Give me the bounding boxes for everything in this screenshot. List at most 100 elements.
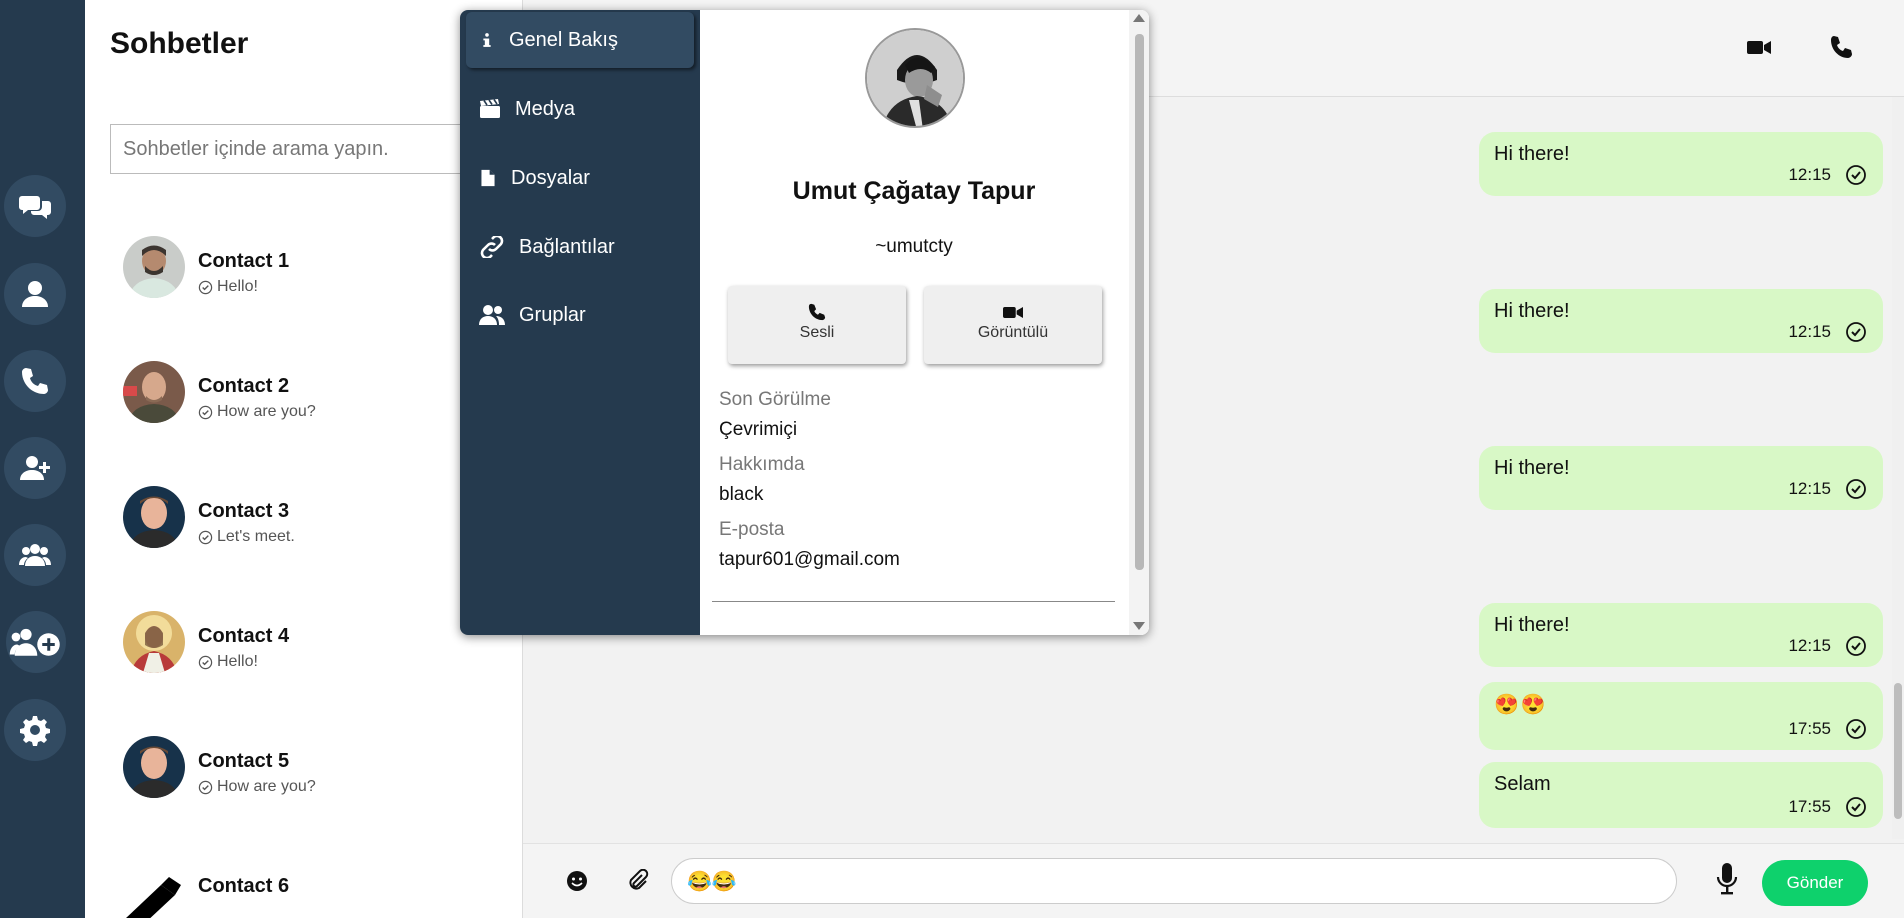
scrollbar-thumb[interactable] <box>1894 683 1902 819</box>
contact-item[interactable]: Contact 6 <box>123 861 513 918</box>
chat-search-box <box>110 124 494 174</box>
scroll-up-arrow[interactable] <box>1133 14 1145 22</box>
chat-search-input[interactable] <box>111 125 489 173</box>
video-call-label: Görüntülü <box>977 324 1049 341</box>
contact-info-overlay: Genel Bakış Medya Dosyalar Bağlantılar G… <box>460 10 1149 635</box>
divider <box>712 601 1115 602</box>
add-user-icon[interactable] <box>4 437 66 499</box>
message-bubble[interactable]: Hi there! 12:15 <box>1479 446 1883 510</box>
last-message-text: How are you? <box>217 403 316 420</box>
message-time: 12:15 <box>1788 636 1831 655</box>
message-bubble[interactable]: Hi there! 12:15 <box>1479 289 1883 353</box>
message-text: Selam <box>1494 773 1551 795</box>
check-icon <box>198 280 213 294</box>
contact-item[interactable]: Contact 3 Let's meet. <box>123 486 513 556</box>
last-message-text: How are you? <box>217 778 316 795</box>
last-seen-value: Çevrimiçi <box>719 419 798 440</box>
contact-last-message: How are you? <box>198 403 316 421</box>
message-text: Hi there! <box>1494 614 1570 636</box>
left-rail <box>0 0 85 918</box>
contact-item[interactable]: Contact 4 Hello! <box>123 611 513 681</box>
voice-call-button[interactable]: Sesli <box>728 286 906 364</box>
video-icon <box>1003 307 1023 318</box>
last-message-text: Let's meet. <box>217 528 295 545</box>
message-time: 12:15 <box>1788 165 1831 184</box>
send-button[interactable]: Gönder <box>1762 860 1868 906</box>
contact-last-message: Hello! <box>198 653 258 671</box>
profile-picture <box>865 28 965 128</box>
avatar <box>123 361 185 423</box>
message-time: 17:55 <box>1788 797 1831 816</box>
contact-name: Contact 2 <box>198 375 290 397</box>
check-icon <box>198 530 213 544</box>
avatar <box>123 736 185 798</box>
profile-icon[interactable] <box>4 263 66 325</box>
info-icon <box>483 33 491 47</box>
overview-panel: Umut Çağatay Tapur ~umutcty Sesli Görünt… <box>700 10 1149 635</box>
contact-item[interactable]: Contact 2 How are you? <box>123 361 513 431</box>
video-call-button[interactable]: Görüntülü <box>924 286 1102 364</box>
voice-call-icon[interactable] <box>1829 34 1855 60</box>
message-time: 12:15 <box>1788 479 1831 498</box>
tab-label: Dosyalar <box>511 166 590 189</box>
scrollbar-thumb[interactable] <box>1135 34 1144 570</box>
tab-label: Genel Bakış <box>509 28 618 51</box>
contact-name: Contact 5 <box>198 750 290 772</box>
message-composer: 😂😂 Gönder <box>523 843 1904 918</box>
message-bubble[interactable]: Selam 17:55 <box>1479 762 1883 828</box>
avatar <box>123 861 185 918</box>
scroll-down-arrow[interactable] <box>1133 622 1145 630</box>
check-icon <box>198 655 213 669</box>
last-seen-label: Son Görülme <box>719 389 831 410</box>
email-value: tapur601@gmail.com <box>719 549 900 570</box>
check-icon <box>1846 322 1866 342</box>
add-group-icon[interactable] <box>6 611 66 673</box>
groups-icon[interactable] <box>4 524 66 586</box>
avatar <box>123 486 185 548</box>
chat-list-title: Sohbetler <box>110 27 249 60</box>
voice-call-label: Sesli <box>799 324 835 341</box>
tab-groups[interactable]: Gruplar <box>466 287 694 343</box>
contact-item[interactable]: Contact 5 How are you? <box>123 736 513 806</box>
message-bubble[interactable]: Hi there! 12:15 <box>1479 132 1883 196</box>
message-text: Hi there! <box>1494 143 1570 165</box>
phone-icon <box>808 303 826 321</box>
check-icon <box>1846 797 1866 817</box>
contact-name: Contact 1 <box>198 250 290 272</box>
contact-last-message: How are you? <box>198 778 316 796</box>
chats-icon[interactable] <box>4 175 66 237</box>
emoji-icon[interactable] <box>566 870 588 892</box>
message-bubble[interactable]: Hi there! 12:15 <box>1479 603 1883 667</box>
groups-icon <box>479 305 505 325</box>
message-time: 17:55 <box>1788 719 1831 738</box>
attach-icon[interactable] <box>627 869 649 893</box>
email-label: E-posta <box>719 519 785 540</box>
file-icon <box>481 169 495 187</box>
settings-icon[interactable] <box>4 699 66 761</box>
conversation-scrollbar[interactable] <box>1892 97 1904 839</box>
check-icon <box>1846 165 1866 185</box>
profile-name: Umut Çağatay Tapur <box>792 177 1036 205</box>
tab-links[interactable]: Bağlantılar <box>466 219 694 275</box>
message-bubble[interactable]: 😍😍 17:55 <box>1479 682 1883 750</box>
contact-item[interactable]: Contact 1 Hello! <box>123 236 513 306</box>
contact-last-message: Let's meet. <box>198 528 295 546</box>
profile-username: ~umutcty <box>875 236 953 257</box>
message-text: Hi there! <box>1494 457 1570 479</box>
tab-overview[interactable]: Genel Bakış <box>466 12 694 68</box>
contact-name: Contact 4 <box>198 625 290 647</box>
message-input[interactable]: 😂😂 <box>671 858 1677 904</box>
tab-media[interactable]: Medya <box>466 81 694 137</box>
last-message-text: Hello! <box>217 653 258 670</box>
media-icon <box>480 99 500 118</box>
microphone-icon[interactable] <box>1715 862 1739 896</box>
last-message-text: Hello! <box>217 278 258 295</box>
video-call-icon[interactable] <box>1746 34 1772 60</box>
message-time: 12:15 <box>1788 322 1831 341</box>
about-value: black <box>719 484 764 505</box>
contact-name: Contact 6 <box>198 875 290 897</box>
overlay-scrollbar[interactable] <box>1129 10 1149 635</box>
phone-icon[interactable] <box>4 350 66 412</box>
avatar <box>123 611 185 673</box>
tab-files[interactable]: Dosyalar <box>466 150 694 206</box>
